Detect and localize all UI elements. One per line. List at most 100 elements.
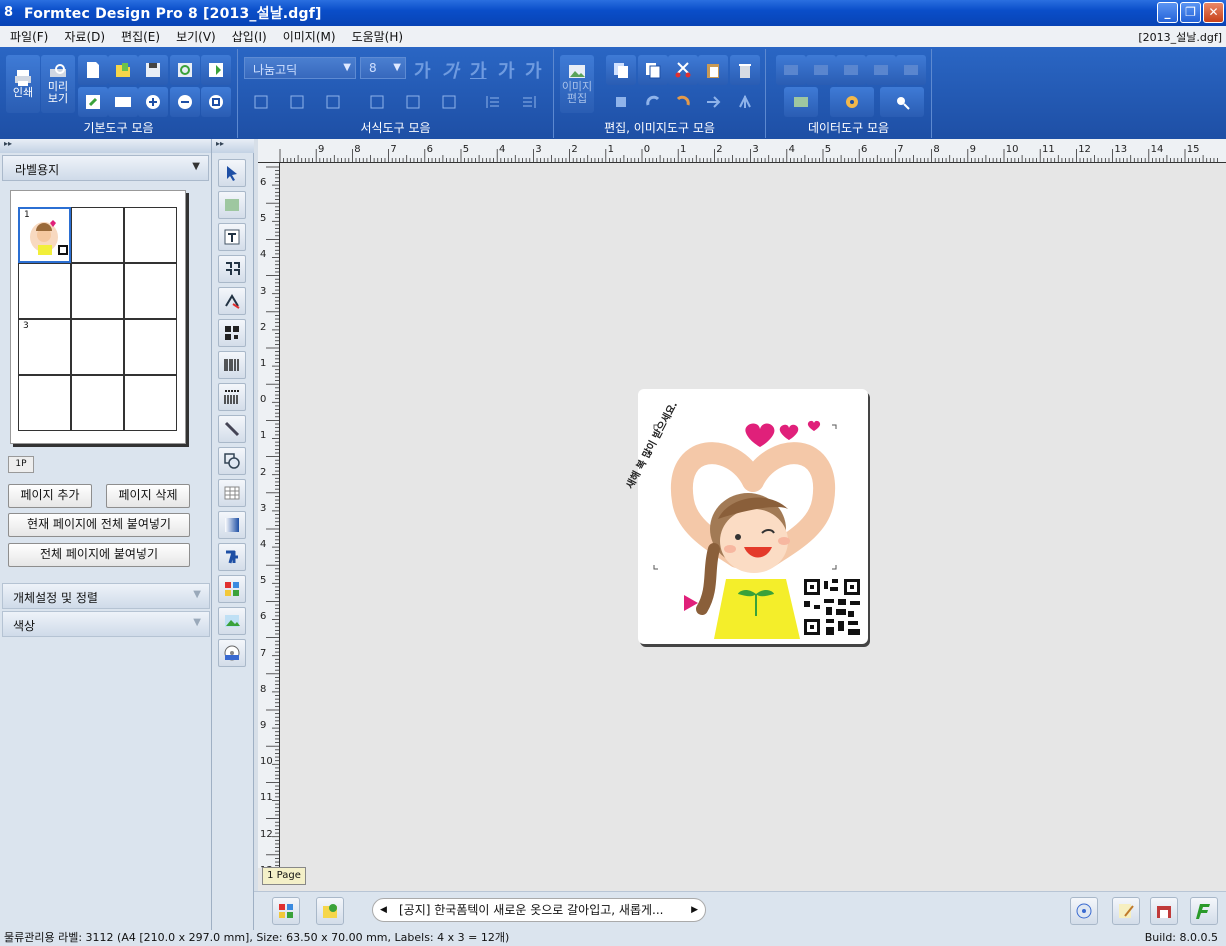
label-cell-10[interactable] [18,375,71,431]
label-cell-7[interactable]: 3 [18,319,71,375]
line-tool[interactable] [218,415,246,443]
notice-next-icon[interactable]: ▶ [691,899,698,921]
select-tool[interactable] [218,159,246,187]
export-button[interactable] [201,55,231,85]
save-button[interactable] [138,55,168,85]
shadow-button[interactable]: 가 [498,57,515,83]
outline-button[interactable]: 가 [525,57,542,83]
menu-help[interactable]: 도움말(H) [344,28,412,45]
restore-button[interactable]: ❐ [1180,2,1201,23]
menu-view[interactable]: 보기(V) [168,28,224,45]
table-tool[interactable] [218,479,246,507]
blank-label-button[interactable] [108,87,138,117]
store-button[interactable] [1150,897,1178,925]
mp3-tool[interactable] [218,639,246,667]
zoom-out-button[interactable] [170,87,200,117]
menu-image[interactable]: 이미지(M) [275,28,344,45]
vertical-text-tool[interactable] [218,255,246,283]
open-button[interactable] [108,55,138,85]
data-table-button[interactable] [784,87,818,117]
label-cell-9[interactable] [124,319,177,375]
text-effect-tool[interactable] [218,287,246,315]
page-tab-1-page[interactable]: 1 Page [262,867,306,885]
new-document-button[interactable] [78,55,108,85]
disc-print-button[interactable] [1070,897,1098,925]
font-size-select[interactable]: 8 ▼ [360,57,406,79]
align-right-button[interactable] [318,87,348,117]
label-cell-5[interactable] [71,263,124,319]
flip-horizontal-button[interactable] [698,87,728,117]
toolcol-collapse-handle[interactable]: ▸▸ [212,139,254,153]
data-prev-button[interactable] [806,55,836,85]
preview-button[interactable]: 미리 보기 [41,55,75,113]
delete-button[interactable] [730,55,760,85]
shape-tool[interactable] [218,447,246,475]
copy-button[interactable] [606,55,636,85]
delete-page-button[interactable]: 페이지 삭제 [106,484,190,508]
paste-all-current-page-button[interactable]: 현재 페이지에 전체 붙여넣기 [8,513,190,537]
panel-collapse-handle[interactable]: ▸▸ [0,139,211,153]
image-tool[interactable] [218,607,246,635]
gradient-tool[interactable] [218,511,246,539]
memo-button[interactable] [1112,897,1140,925]
data-last-button[interactable] [896,55,926,85]
image-edit-button[interactable]: 이미지 편집 [560,55,594,113]
label-gallery-button[interactable] [272,897,300,925]
menu-insert[interactable]: 삽입(I) [224,28,275,45]
line-spacing-button[interactable] [478,87,508,117]
paste-all-pages-button[interactable]: 전체 페이지에 붙여넣기 [8,543,190,567]
print-button[interactable]: 인쇄 [6,55,40,113]
label-cell-3[interactable] [124,207,177,263]
paste-button[interactable] [698,55,728,85]
page-tab-1p[interactable]: 1P [8,456,34,473]
bring-front-button[interactable] [606,87,636,117]
data-settings-button[interactable] [830,87,874,117]
cut-button[interactable] [668,55,698,85]
refresh-button[interactable] [170,55,200,85]
object-settings-section[interactable]: 개체설정 및 정렬 ▼ [2,583,210,609]
import-tool[interactable] [218,191,246,219]
zoom-in-button[interactable] [138,87,168,117]
font-family-select[interactable]: 나눔고딕 ▼ [244,57,356,79]
rotate-left-button[interactable] [668,87,698,117]
align-bottom-button[interactable] [434,87,464,117]
design-canvas[interactable]: 9 8 7 6 5 4 3 2 1 0 1 2 3 4 5 6 7 8 9 10 11 12 13 14 15 65432101… [258,139,1226,891]
template-button[interactable] [316,897,344,925]
qr-code-tool[interactable] [218,319,246,347]
char-spacing-button[interactable] [514,87,544,117]
label-cell-4[interactable] [18,263,71,319]
add-page-button[interactable]: 페이지 추가 [8,484,92,508]
label-cell-11[interactable] [71,375,124,431]
align-top-button[interactable] [362,87,392,117]
label-cell-6[interactable] [124,263,177,319]
serial-number-tool[interactable] [218,383,246,411]
rotate-right-button[interactable] [638,87,668,117]
clipart-tool[interactable] [218,575,246,603]
paper-type-dropdown[interactable]: 라벨용지 ▼ [2,155,209,181]
menu-file[interactable]: 파일(F) [0,28,56,45]
data-search-button[interactable] [880,87,924,117]
label-cell-2[interactable] [71,207,124,263]
italic-button[interactable]: 가 [442,57,459,83]
wordart-tool[interactable] [218,543,246,571]
notice-ticker[interactable]: ◀ [공지] 한국폼텍이 새로운 옷으로 갈아입고, 새롭게... ▶ [372,898,706,922]
text-box-tool[interactable] [218,223,246,251]
data-next-button[interactable] [866,55,896,85]
fit-page-button[interactable] [201,87,231,117]
notice-prev-icon[interactable]: ◀ [380,899,387,921]
label-cell-1[interactable]: 1 [18,207,71,263]
menu-edit[interactable]: 편집(E) [113,28,168,45]
duplicate-button[interactable] [638,55,668,85]
underline-button[interactable]: 가 [470,57,487,83]
data-record-button[interactable] [836,55,866,85]
label-cell-12[interactable] [124,375,177,431]
label-cell-8[interactable] [71,319,124,375]
formtec-home-button[interactable] [1190,897,1218,925]
import-button[interactable] [78,87,108,117]
barcode-tool[interactable] [218,351,246,379]
align-middle-button[interactable] [398,87,428,117]
bold-button[interactable]: 가 [414,57,431,83]
minimize-button[interactable]: _ [1157,2,1178,23]
align-left-button[interactable] [246,87,276,117]
data-first-button[interactable] [776,55,806,85]
